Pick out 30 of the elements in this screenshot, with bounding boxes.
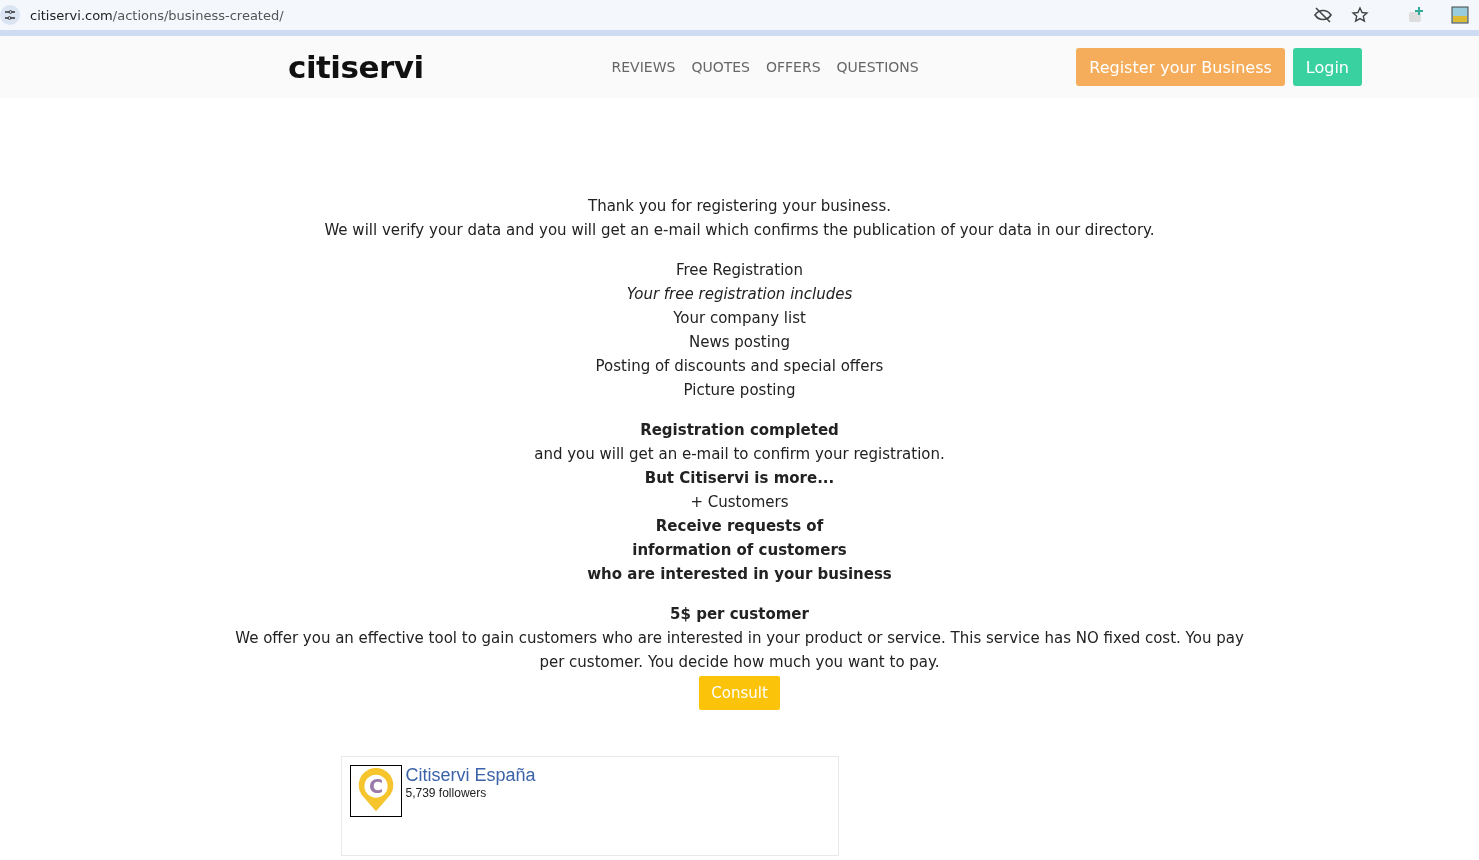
bold-text: 5$ per customer <box>670 604 809 625</box>
text-line: and you will get an e-mail to confirm your registration. <box>534 444 945 465</box>
text-line: We offer you an effective tool to gain customers who are interested in your product or service. This service has NO fixed cost. You pay per customer. You decide how much you want to pay. <box>234 628 1245 673</box>
eye-off-icon[interactable] <box>1313 7 1333 23</box>
bold-text: information of customers <box>632 540 847 561</box>
text-line: Your company list <box>673 308 806 329</box>
text-line: Thank you for registering your business. <box>588 196 891 217</box>
nav-link[interactable]: QUESTIONS <box>836 59 919 75</box>
text-line: Free Registration <box>675 260 804 281</box>
text-line: News posting <box>689 332 790 353</box>
star-icon[interactable] <box>1351 6 1369 24</box>
nav-link[interactable]: QUOTES <box>691 59 750 75</box>
text-line: Picture posting <box>683 380 796 401</box>
bold-text: But Citiservi is more... <box>644 468 835 489</box>
text-line: Your free registration includes <box>626 284 853 305</box>
bold-text: Receive requests of <box>655 516 824 537</box>
text-line: We will verify your data and you will get an e-mail which confirms the publication of your data in our directory. <box>324 220 1155 241</box>
nav-link[interactable]: OFFERS <box>766 59 821 75</box>
site-settings-icon[interactable] <box>0 5 20 25</box>
bold-text: Registration completed <box>640 420 839 441</box>
location-pin-logo-icon: C <box>349 765 402 817</box>
citiservi-logo[interactable]: citiservi <box>288 49 424 85</box>
extension-icon[interactable] <box>1407 6 1425 24</box>
bold-text: who are interested in your business <box>587 564 892 585</box>
followers-count: 5,739 followers <box>405 786 488 800</box>
nav-link[interactable]: REVIEWS <box>611 59 676 75</box>
page-name-link[interactable]: Citiservi España <box>405 765 536 786</box>
address-bar-url[interactable]: citiservi.com/actions/business-created/ <box>30 7 284 23</box>
text-line: + Customers <box>690 492 789 513</box>
text-line: Posting of discounts and special offers <box>595 356 884 377</box>
